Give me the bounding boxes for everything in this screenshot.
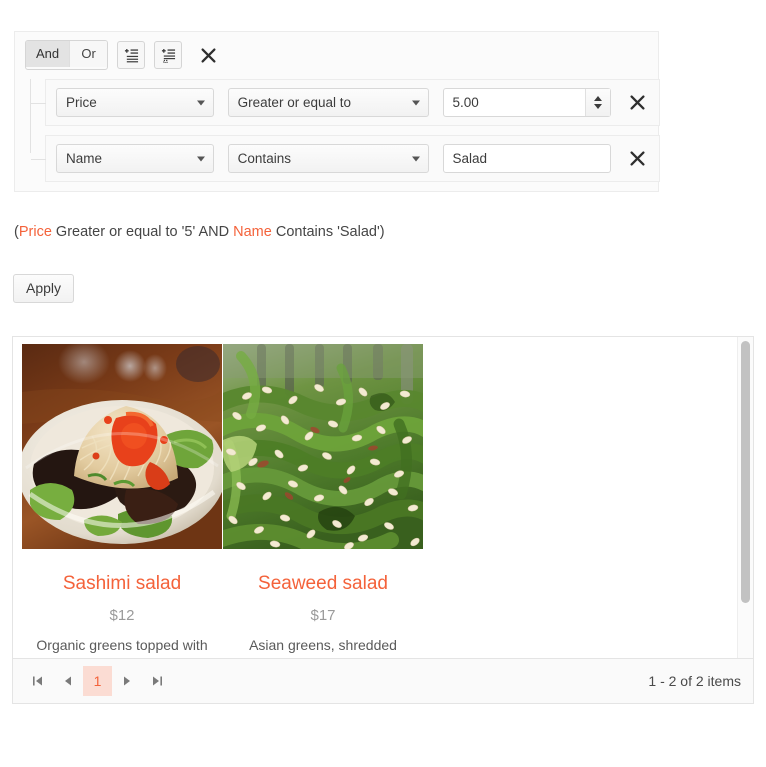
filter-group: And Or Price Greater or equal to 5.00 Na…	[14, 31, 660, 192]
filter-operator-select[interactable]: Contains	[227, 144, 429, 173]
pager-buttons: 1	[23, 666, 172, 696]
pager-first-button[interactable]	[23, 666, 53, 696]
filter-value-input[interactable]	[452, 145, 611, 172]
numeric-spinner[interactable]	[585, 89, 611, 116]
product-price: $17	[310, 607, 336, 624]
product-description: Asian greens, shredded	[249, 637, 397, 653]
list-item[interactable]: Seaweed salad $17 Asian greens, shredded	[223, 344, 423, 654]
pager: 1 1 - 2 of 2 items	[13, 658, 753, 703]
pager-info: 1 - 2 of 2 items	[648, 673, 741, 689]
filter-operator-select[interactable]: Greater or equal to	[227, 88, 429, 117]
chevron-down-icon	[196, 100, 205, 105]
pager-next-button[interactable]	[112, 666, 142, 696]
next-page-icon	[124, 676, 130, 686]
listview-scrollbar[interactable]	[737, 337, 753, 658]
spinner-up-icon[interactable]	[594, 96, 603, 101]
expression-field-2: Name	[233, 224, 272, 240]
first-page-icon	[33, 676, 42, 686]
add-group-icon	[161, 48, 175, 63]
pager-page-1[interactable]: 1	[83, 666, 112, 696]
product-title[interactable]: Sashimi salad	[22, 572, 222, 596]
previous-page-icon	[65, 676, 71, 686]
filter-value-numeric[interactable]	[442, 88, 612, 117]
last-page-icon	[153, 676, 162, 686]
filter-field-select[interactable]: Name	[56, 144, 214, 173]
product-description: Organic greens topped with	[36, 637, 208, 653]
chevron-down-icon	[411, 156, 420, 161]
tree-connector-line	[30, 79, 31, 153]
product-title[interactable]: Seaweed salad	[223, 572, 423, 596]
filter-row: Price Greater or equal to	[31, 79, 660, 126]
product-price: $12	[109, 607, 135, 624]
expression-close-paren: )	[379, 224, 385, 240]
close-icon	[630, 151, 645, 166]
chevron-down-icon	[196, 156, 205, 161]
listview-content: Sashimi salad $12 Organic greens topped …	[13, 337, 753, 658]
remove-group-button[interactable]	[194, 41, 222, 69]
logic-toggle-group[interactable]: And Or	[25, 40, 109, 70]
pager-last-button[interactable]	[142, 666, 172, 696]
add-filter-button[interactable]	[117, 41, 146, 69]
close-icon	[201, 47, 216, 63]
filter-field-select[interactable]: Price	[56, 88, 214, 117]
filter-row: Name Contains	[31, 135, 660, 182]
expression-text-2: Contains 'Salad'	[271, 224, 380, 240]
list-item[interactable]: Sashimi salad $12 Organic greens topped …	[22, 344, 222, 654]
close-icon	[630, 95, 645, 110]
expression-field-1: Price	[18, 224, 52, 240]
remove-filter-button[interactable]	[625, 91, 649, 115]
filter-operator-value: Greater or equal to	[237, 95, 351, 110]
sashimi-salad-photo	[22, 344, 222, 549]
filter-expression-preview: (Price Greater or equal to '5' AND Name …	[14, 224, 385, 240]
remove-filter-button[interactable]	[625, 147, 649, 171]
scrollbar-thumb[interactable]	[741, 341, 750, 603]
filter-builder-page: And Or Price Greater or equal to 5.00 Na…	[0, 0, 766, 767]
filter-field-value: Price	[66, 95, 97, 110]
filter-builder: And Or Price Greater or equal to 5.00 Na…	[14, 31, 660, 192]
filter-value-input[interactable]	[452, 89, 586, 116]
add-group-button[interactable]	[154, 41, 183, 69]
filter-operator-value: Contains	[237, 151, 291, 166]
chevron-down-icon	[411, 100, 420, 105]
product-card-list: Sashimi salad $12 Organic greens topped …	[13, 337, 753, 654]
logic-and-button[interactable]: And	[26, 41, 70, 67]
filter-value-text[interactable]	[442, 144, 612, 173]
logic-or-button[interactable]: Or	[69, 41, 108, 67]
filter-group-header: And Or	[15, 32, 233, 79]
pager-previous-button[interactable]	[53, 666, 83, 696]
filter-field-value: Name	[66, 151, 103, 166]
expression-text-1: Greater or equal to '5' AND	[51, 224, 234, 240]
listview-panel: Sashimi salad $12 Organic greens topped …	[12, 336, 754, 704]
filter-rows: Price Greater or equal to 5.00 Name Cont…	[15, 79, 660, 182]
apply-button[interactable]: Apply	[13, 274, 75, 303]
spinner-down-icon[interactable]	[594, 104, 603, 109]
add-filter-icon	[124, 48, 138, 62]
seaweed-salad-photo	[223, 344, 423, 549]
